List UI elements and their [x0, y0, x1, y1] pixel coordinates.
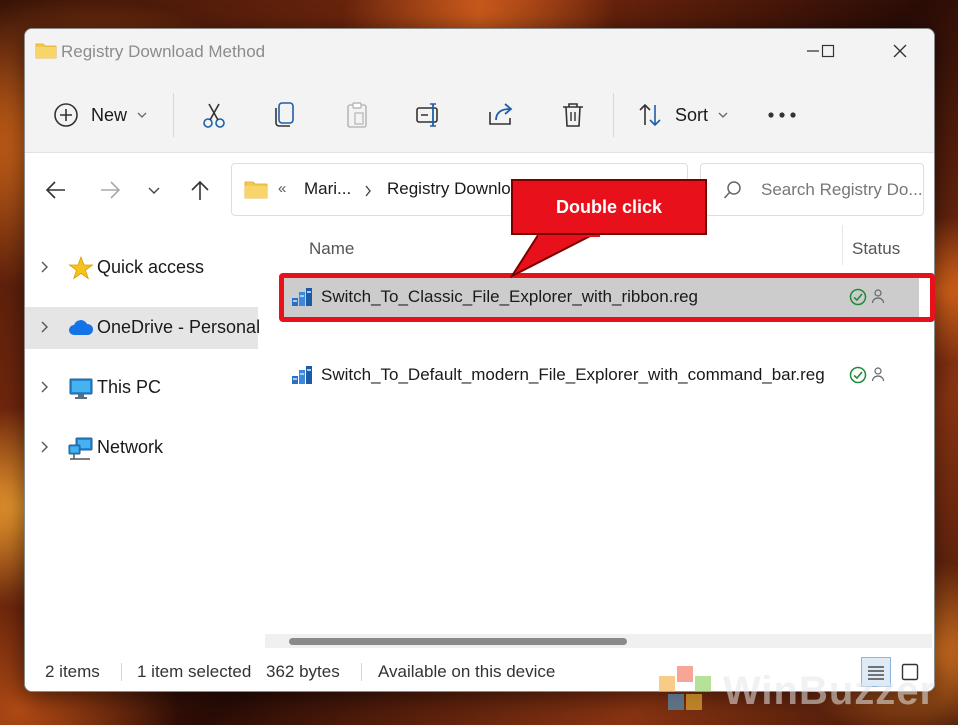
- arrow-right-icon: [101, 181, 121, 199]
- chevron-right-icon: [41, 321, 48, 333]
- availability-status: Available on this device: [378, 662, 556, 681]
- trash-icon: [563, 103, 583, 127]
- arrow-up-icon: [191, 180, 209, 200]
- person-icon: [871, 367, 885, 382]
- monitor-icon: [69, 378, 93, 399]
- breadcrumb-item[interactable]: Mari...: [304, 179, 351, 199]
- table-row[interactable]: Switch_To_Default_modern_File_Explorer_w…: [279, 353, 919, 397]
- file-status: [849, 366, 885, 384]
- share-icon: [489, 103, 513, 125]
- share-button[interactable]: [487, 95, 515, 135]
- check-circle-icon: [849, 288, 867, 306]
- toolbar-separator: [173, 93, 174, 137]
- file-name: Switch_To_Classic_File_Explorer_with_rib…: [321, 287, 699, 306]
- sidebar-item-label: This PC: [97, 377, 162, 397]
- registry-file-icon: [292, 366, 312, 384]
- search-icon: [723, 181, 741, 199]
- item-count: 2 items: [45, 662, 100, 681]
- winbuzzer-watermark: WinBuzzer: [655, 660, 955, 722]
- more-options-button[interactable]: [767, 95, 797, 135]
- sort-button[interactable]: Sort: [637, 95, 728, 135]
- chevron-right-icon: [41, 381, 48, 393]
- folder-icon: [244, 181, 268, 199]
- new-label: New: [91, 104, 128, 125]
- recent-locations-button[interactable]: [139, 175, 169, 205]
- sidebar-item-label: Network: [97, 437, 164, 457]
- sidebar-item-network[interactable]: Network: [25, 427, 258, 469]
- plus-circle-icon: [54, 103, 78, 127]
- new-button[interactable]: New: [53, 95, 147, 135]
- copy-icon: [275, 102, 294, 127]
- table-row[interactable]: Switch_To_Classic_File_Explorer_with_rib…: [279, 275, 919, 319]
- callout-pointer: [510, 232, 600, 278]
- watermark-text: WinBuzzer: [723, 668, 937, 713]
- winbuzzer-logo-icon: [659, 666, 711, 710]
- search-box[interactable]: Search Registry Do...: [700, 163, 924, 216]
- star-icon: [68, 255, 94, 280]
- network-icon: [68, 437, 93, 460]
- sidebar-item-label: OneDrive - Personal: [97, 317, 261, 337]
- column-header-status[interactable]: Status: [852, 239, 900, 259]
- close-icon: [893, 44, 907, 58]
- forward-button[interactable]: [95, 175, 125, 205]
- more-dots-icon: [768, 112, 796, 118]
- delete-button[interactable]: [561, 95, 585, 135]
- sort-arrows-icon: [639, 103, 661, 127]
- clipboard-icon: [347, 102, 367, 128]
- callout-text: Double click: [555, 196, 663, 217]
- scrollbar-thumb[interactable]: [289, 638, 627, 645]
- sidebar-item-quick-access[interactable]: Quick access: [25, 247, 258, 289]
- restore-button[interactable]: [805, 29, 851, 73]
- rename-icon: [416, 103, 438, 127]
- chevron-down-icon: [718, 112, 728, 118]
- chevron-down-icon: [137, 112, 147, 118]
- file-status: [849, 288, 885, 306]
- navigation-pane: Quick access OneDrive - Personal This PC…: [25, 225, 261, 653]
- column-header-name[interactable]: Name: [309, 239, 354, 259]
- title-bar[interactable]: Registry Download Method: [25, 29, 934, 73]
- cut-button[interactable]: [201, 95, 227, 135]
- registry-file-icon: [292, 288, 312, 306]
- cloud-icon: [69, 320, 94, 335]
- chevron-right-icon: [41, 441, 48, 453]
- scissors-icon: [203, 103, 225, 128]
- person-icon: [871, 289, 885, 304]
- sidebar-item-onedrive[interactable]: OneDrive - Personal: [25, 307, 261, 349]
- sort-label: Sort: [675, 104, 709, 125]
- search-placeholder: Search Registry Do...: [761, 180, 923, 199]
- file-name: Switch_To_Default_modern_File_Explorer_w…: [321, 365, 825, 384]
- column-divider[interactable]: [842, 225, 843, 265]
- command-bar: New Sort: [25, 73, 934, 153]
- selection-size: 362 bytes: [266, 662, 340, 681]
- back-button[interactable]: [41, 175, 71, 205]
- sidebar-item-this-pc[interactable]: This PC: [25, 367, 258, 409]
- chevron-down-icon: [148, 187, 160, 194]
- horizontal-scrollbar[interactable]: [265, 634, 932, 648]
- status-separator: [121, 663, 122, 681]
- arrow-left-icon: [45, 181, 65, 199]
- selection-count: 1 item selected: [137, 662, 252, 681]
- folder-icon: [35, 43, 57, 59]
- up-button[interactable]: [185, 175, 215, 205]
- file-list: Name Status Switch_To_Classic_File_Explo…: [263, 225, 934, 653]
- sidebar-item-label: Quick access: [97, 257, 205, 277]
- file-explorer-window: Registry Download Method New Sort « Mari…: [24, 28, 935, 692]
- chevron-right-icon: [41, 261, 48, 273]
- paste-button[interactable]: [345, 95, 369, 135]
- toolbar-separator: [613, 93, 614, 137]
- breadcrumb-overflow[interactable]: «: [278, 180, 286, 197]
- maximize-icon: [821, 44, 835, 58]
- rename-button[interactable]: [415, 95, 443, 135]
- copy-button[interactable]: [273, 95, 297, 135]
- check-circle-icon: [849, 366, 867, 384]
- chevron-right-icon: [365, 185, 371, 197]
- annotation-callout: Double click: [511, 179, 707, 235]
- close-button[interactable]: [877, 29, 923, 73]
- status-separator: [361, 663, 362, 681]
- breadcrumb-item[interactable]: Registry Downlo: [387, 179, 511, 199]
- window-title: Registry Download Method: [61, 42, 266, 61]
